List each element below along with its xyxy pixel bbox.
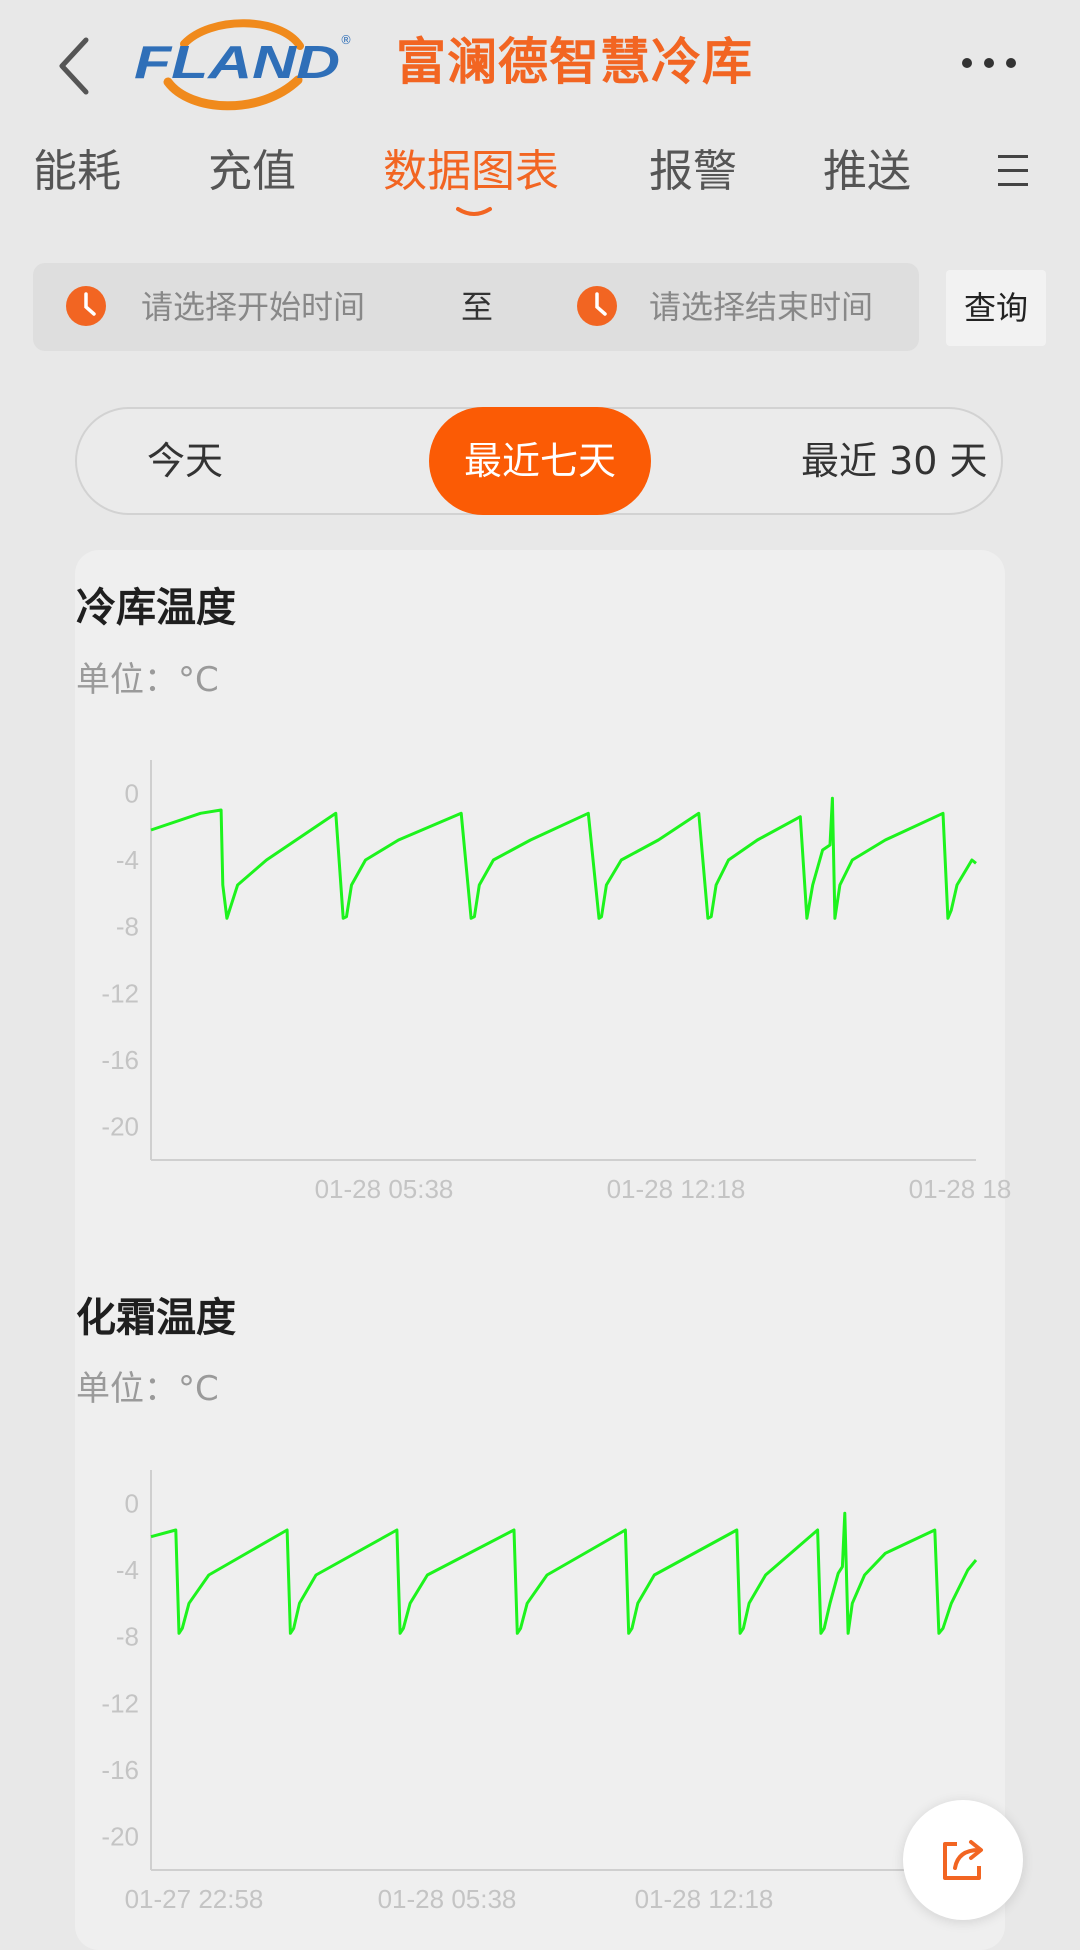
tab-alarm[interactable]: 报警 — [649, 140, 737, 204]
menu-icon[interactable] — [998, 155, 1028, 189]
x-tick-label: 01-28 05:38 — [315, 1174, 454, 1200]
svg-text:FLAND: FLAND — [134, 36, 340, 88]
temperature-series-line — [150, 796, 977, 920]
defrost-temperature-chart: 0 -4 -8 -12 -16 -20 01-27 22:58 01-28 05:38 01-2… — [101, 1470, 986, 1910]
tab-recharge[interactable]: 充值 — [208, 140, 296, 204]
y-tick-label: 0 — [125, 778, 139, 808]
tab-energy[interactable]: 能耗 — [33, 140, 121, 204]
x-tick-label: 01-28 18 — [909, 1174, 1012, 1200]
y-tick-label: -20 — [101, 1112, 139, 1142]
x-tick-label: 01-28 05:38 — [378, 1884, 517, 1910]
y-tick-label: 0 — [125, 1488, 139, 1518]
start-time-input[interactable]: 请选择开始时间 — [141, 283, 365, 331]
clock-icon — [66, 286, 106, 326]
x-tick-label: 01-28 12:18 — [607, 1174, 746, 1200]
tab-push[interactable]: 推送 — [823, 140, 911, 204]
query-button[interactable]: 查询 — [946, 270, 1046, 346]
cold-storage-temperature-chart: 0 -4 -8 -12 -16 -20 01-28 05:38 01-28 12:18 01-2… — [101, 760, 1012, 1200]
tab-bar: 能耗 充值 数据图表 报警 推送 — [0, 140, 1080, 230]
range-today[interactable]: 今天 — [147, 409, 223, 513]
y-tick-label: -8 — [116, 1622, 139, 1652]
y-tick-label: -12 — [101, 1688, 139, 1718]
y-tick-label: -16 — [101, 1045, 139, 1075]
clock-icon — [577, 286, 617, 326]
y-tick-label: -4 — [116, 845, 139, 875]
y-tick-label: -20 — [101, 1822, 139, 1852]
active-tab-indicator — [456, 207, 492, 216]
x-tick-label: 01-27 22:58 — [125, 1884, 264, 1910]
y-tick-label: -16 — [101, 1755, 139, 1785]
y-tick-label: -12 — [101, 978, 139, 1008]
more-horizontal-icon[interactable] — [962, 48, 1026, 78]
chart-unit-defrost: 单位：°C — [76, 1369, 219, 1409]
share-icon — [943, 1840, 983, 1880]
end-time-input[interactable]: 请选择结束时间 — [649, 283, 873, 331]
share-button[interactable] — [903, 1800, 1023, 1920]
chart-title-cold-storage: 冷库温度 — [76, 585, 236, 631]
tab-data-charts[interactable]: 数据图表 — [383, 140, 559, 204]
x-tick-label: 01-28 12:18 — [635, 1884, 774, 1910]
app-header: FLAND ® 富澜德智慧冷库 — [0, 0, 1080, 126]
chart-title-defrost: 化霜温度 — [76, 1295, 236, 1341]
y-tick-label: -4 — [116, 1555, 139, 1585]
date-range-filter: 请选择开始时间 至 请选择结束时间 — [33, 263, 919, 351]
app-title: 富澜德智慧冷库 — [396, 33, 753, 91]
svg-text:®: ® — [340, 33, 352, 47]
fland-logo: FLAND ® — [134, 19, 352, 111]
y-tick-label: -8 — [116, 912, 139, 942]
range-last-7-days[interactable]: 最近七天 — [429, 407, 651, 515]
chart-unit-cold-storage: 单位：°C — [76, 660, 219, 700]
date-separator: 至 — [461, 288, 494, 326]
chevron-left-icon[interactable] — [50, 34, 98, 98]
range-selector: 今天 最近七天 最近 30 天 — [75, 407, 1003, 515]
temperature-series-line — [150, 1511, 978, 1635]
range-last-30-days[interactable]: 最近 30 天 — [801, 409, 988, 513]
